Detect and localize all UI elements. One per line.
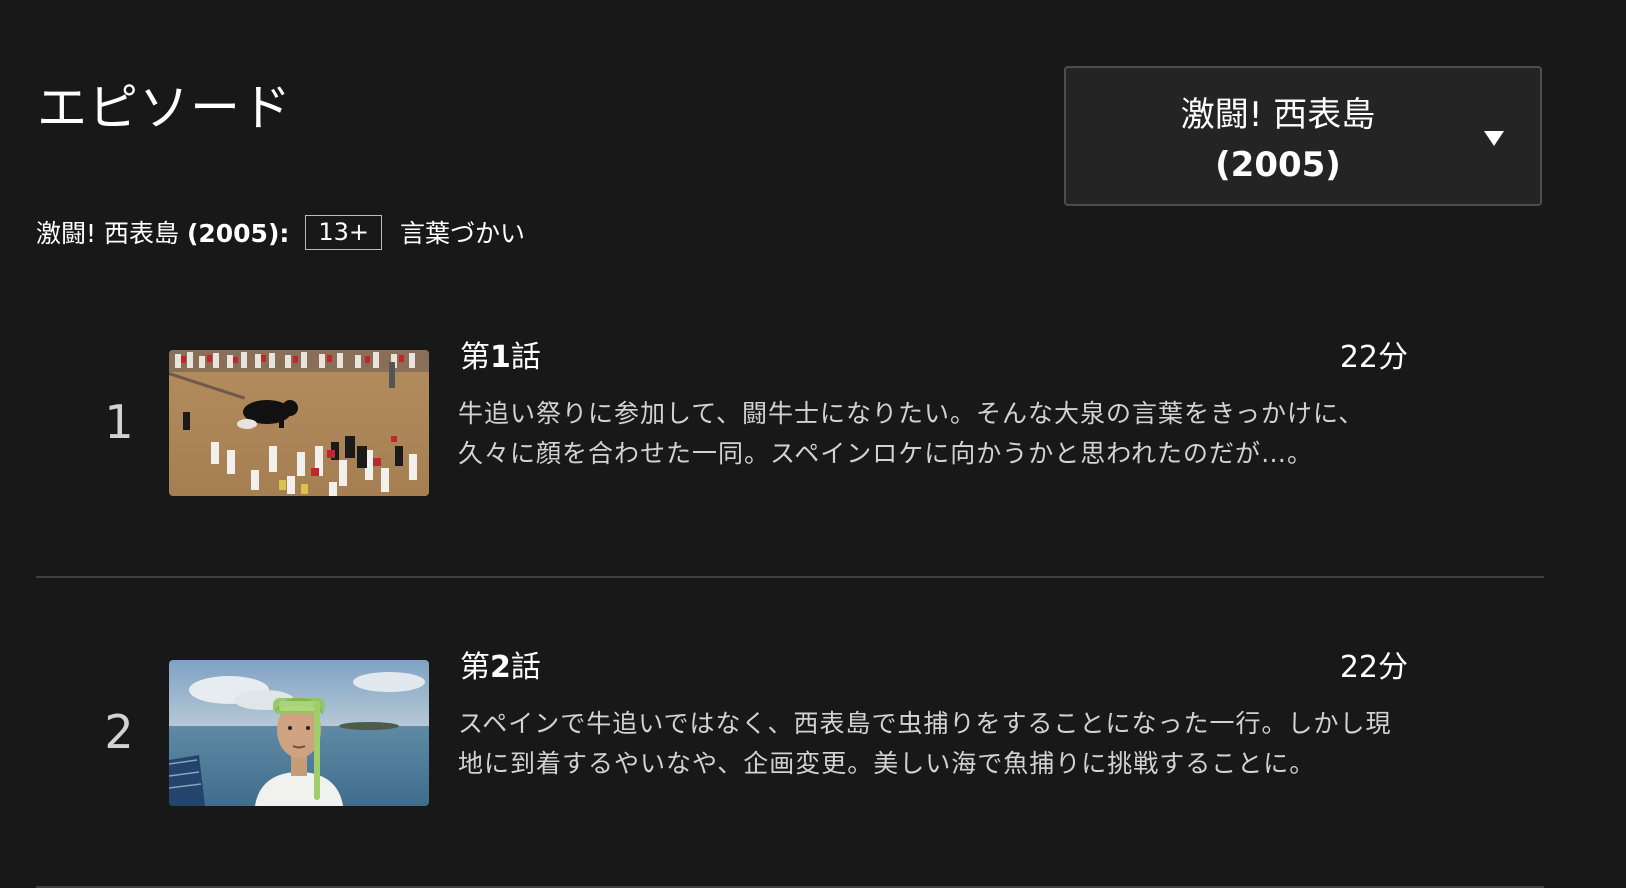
episode-synopsis: スペインで牛追いではなく、西表島で虫捕りをすることになった一行。しかし現地に到着… [458, 709, 1392, 778]
season-dropdown[interactable]: 激闘! 西表島 (2005) [1064, 66, 1542, 206]
maturity-rating-line: 激闘! 西表島 (2005): 13+ 言葉づかい [36, 212, 525, 252]
caret-down-icon [1484, 131, 1504, 146]
season-year: (2005) [1215, 145, 1341, 185]
episode-item-2[interactable]: 2 第2話 22分 スペインで牛追いではなく、西表島で虫捕りをすることになった一… [36, 610, 1544, 888]
page-title: エピソード [37, 79, 292, 137]
episode-thumbnail[interactable] [169, 660, 429, 806]
maturity-badge: 13+ [305, 214, 383, 250]
bull-run-thumbnail-icon [169, 350, 429, 496]
content-advisory: 言葉づかい [400, 219, 526, 248]
rating-show-title: 激闘! 西表島 (2005): [36, 219, 290, 248]
episode-title: 第1話 [460, 340, 541, 375]
season-title: 激闘! 西表島 [1180, 95, 1376, 135]
season-dropdown-label: 激闘! 西表島 (2005) [1104, 90, 1452, 190]
episode-item-1[interactable]: 1 第1話 22分 牛追い祭りに参加して、闘牛士になりたい。そんな大泉の言葉をき… [36, 300, 1544, 578]
episode-title: 第2話 [460, 650, 541, 685]
episode-duration: 22分 [1339, 650, 1408, 685]
episode-synopsis: 牛追い祭りに参加して、闘牛士になりたい。そんな大泉の言葉をきっかけに、久々に顔を… [458, 399, 1365, 468]
episode-duration: 22分 [1339, 340, 1408, 375]
episode-thumbnail[interactable] [169, 350, 429, 496]
snorkel-sea-thumbnail-icon [169, 660, 429, 806]
